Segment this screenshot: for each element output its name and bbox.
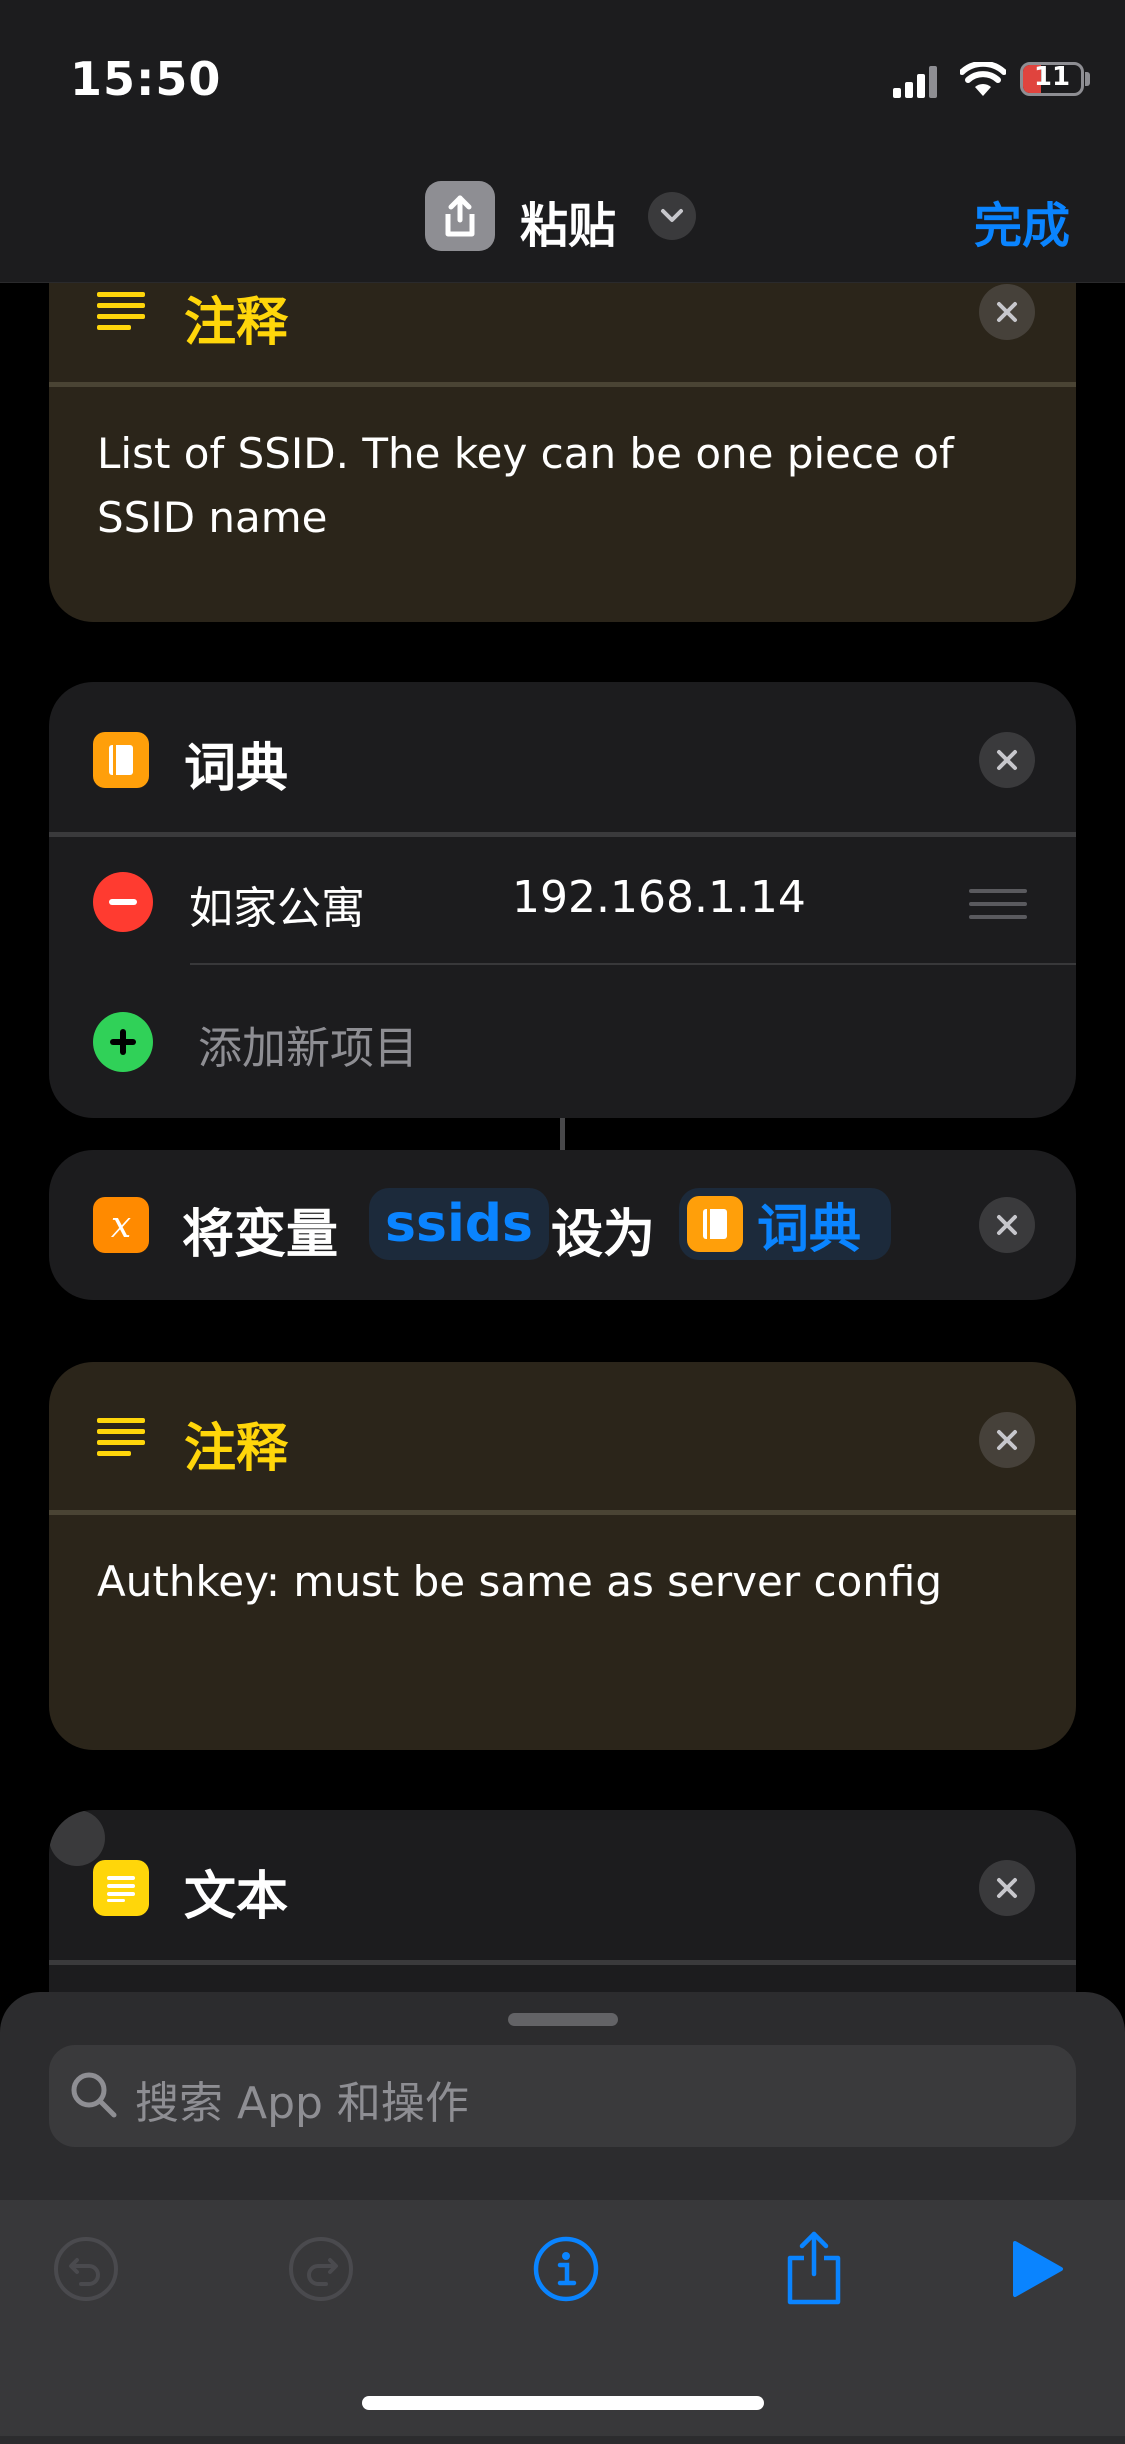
remove-action-button[interactable] [979,1412,1035,1468]
text-app-icon [93,1860,149,1916]
text-lines-icon [107,1876,135,1902]
comment-icon [97,292,145,330]
wifi-icon [960,62,1006,96]
dictionary-title: 词典 [184,739,289,799]
flow-connector [560,1118,565,1150]
reorder-handle-icon[interactable] [969,889,1027,928]
set-variable-middle: 设为 [551,1205,656,1265]
info-button[interactable] [530,2233,602,2305]
battery-percent: 11 [1033,62,1071,92]
divider [49,832,1076,837]
remove-action-button[interactable] [979,1860,1035,1916]
comment-text-line: List of SSID. The key can be one piece o… [97,429,954,478]
undo-icon [54,2237,118,2301]
book-icon [109,745,133,775]
divider [49,1960,1076,1965]
comment-action-2[interactable]: 注释 Authkey: must be same as server confi… [49,1362,1076,1750]
search-placeholder: 搜索 App 和操作 [135,2078,469,2129]
close-icon [997,1430,1017,1450]
divider [49,382,1076,387]
text-title: 文本 [184,1867,289,1927]
variable-name: ssids [385,1194,533,1254]
redo-icon [289,2237,353,2301]
add-item-button[interactable] [93,1012,153,1072]
dictionary-key[interactable]: 如家公寓 [189,872,365,936]
comment-title: 注释 [184,293,289,353]
undo-button[interactable] [50,2233,122,2305]
variable-value-label: 词典 [757,1199,862,1260]
remove-action-button[interactable] [979,732,1035,788]
comment-action-1[interactable]: 注释 List of SSID. The key can be one piec… [49,240,1076,622]
top-bar: 15:50 11 粘贴 完成 [0,0,1125,283]
share-icon [445,195,475,237]
done-button[interactable]: 完成 [974,186,1070,256]
info-icon [533,2236,599,2302]
close-icon [997,302,1017,322]
remove-action-button[interactable] [979,284,1035,340]
set-variable-action[interactable]: x 将变量 ssids 设为 词典 [49,1150,1076,1300]
row-separator [190,963,1076,965]
dictionary-value[interactable]: 192.168.1.14 [512,872,806,923]
comment-text[interactable]: List of SSID. The key can be one piece o… [97,422,954,550]
dictionary-app-icon [93,732,149,788]
battery-icon: 11 [1020,62,1084,96]
run-button[interactable] [1008,2236,1068,2302]
chevron-down-icon [661,209,683,222]
variable-x-icon: x [110,1204,132,1246]
share-button[interactable] [778,2226,850,2308]
remove-action-button[interactable] [979,1197,1035,1253]
delete-item-button[interactable] [93,872,153,932]
variable-value-token[interactable]: 词典 [679,1188,891,1260]
sheet-grabber[interactable] [508,2013,618,2026]
cellular-signal-icon [893,66,937,98]
variable-app-icon: x [93,1197,149,1253]
add-item-label[interactable]: 添加新项目 [198,1012,418,1076]
redo-button[interactable] [285,2233,357,2305]
remove-action-button[interactable] [49,1810,105,1866]
search-icon [71,2072,117,2118]
set-variable-prefix: 将变量 [182,1205,339,1265]
dictionary-action[interactable]: 词典 如家公寓 192.168.1.14 添加新项目 [49,682,1076,1118]
play-icon [1013,2241,1063,2297]
shortcut-title[interactable]: 粘贴 [520,186,616,256]
share-icon [787,2231,841,2305]
close-icon [997,750,1017,770]
book-icon [703,1209,727,1239]
divider [49,1510,1076,1515]
comment-text[interactable]: Authkey: must be same as server config [97,1550,942,1614]
variable-name-token[interactable]: ssids [369,1188,549,1260]
home-indicator [362,2396,764,2410]
comment-title: 注释 [184,1419,289,1479]
status-time: 15:50 [70,52,222,106]
title-menu-button[interactable] [648,192,696,240]
comment-text-line: SSID name [97,493,328,542]
close-icon [997,1215,1017,1235]
comment-icon [97,1418,145,1456]
shortcut-icon[interactable] [425,181,495,251]
close-icon [997,1878,1017,1898]
battery-cap [1085,72,1090,86]
dictionary-app-icon [687,1196,743,1252]
